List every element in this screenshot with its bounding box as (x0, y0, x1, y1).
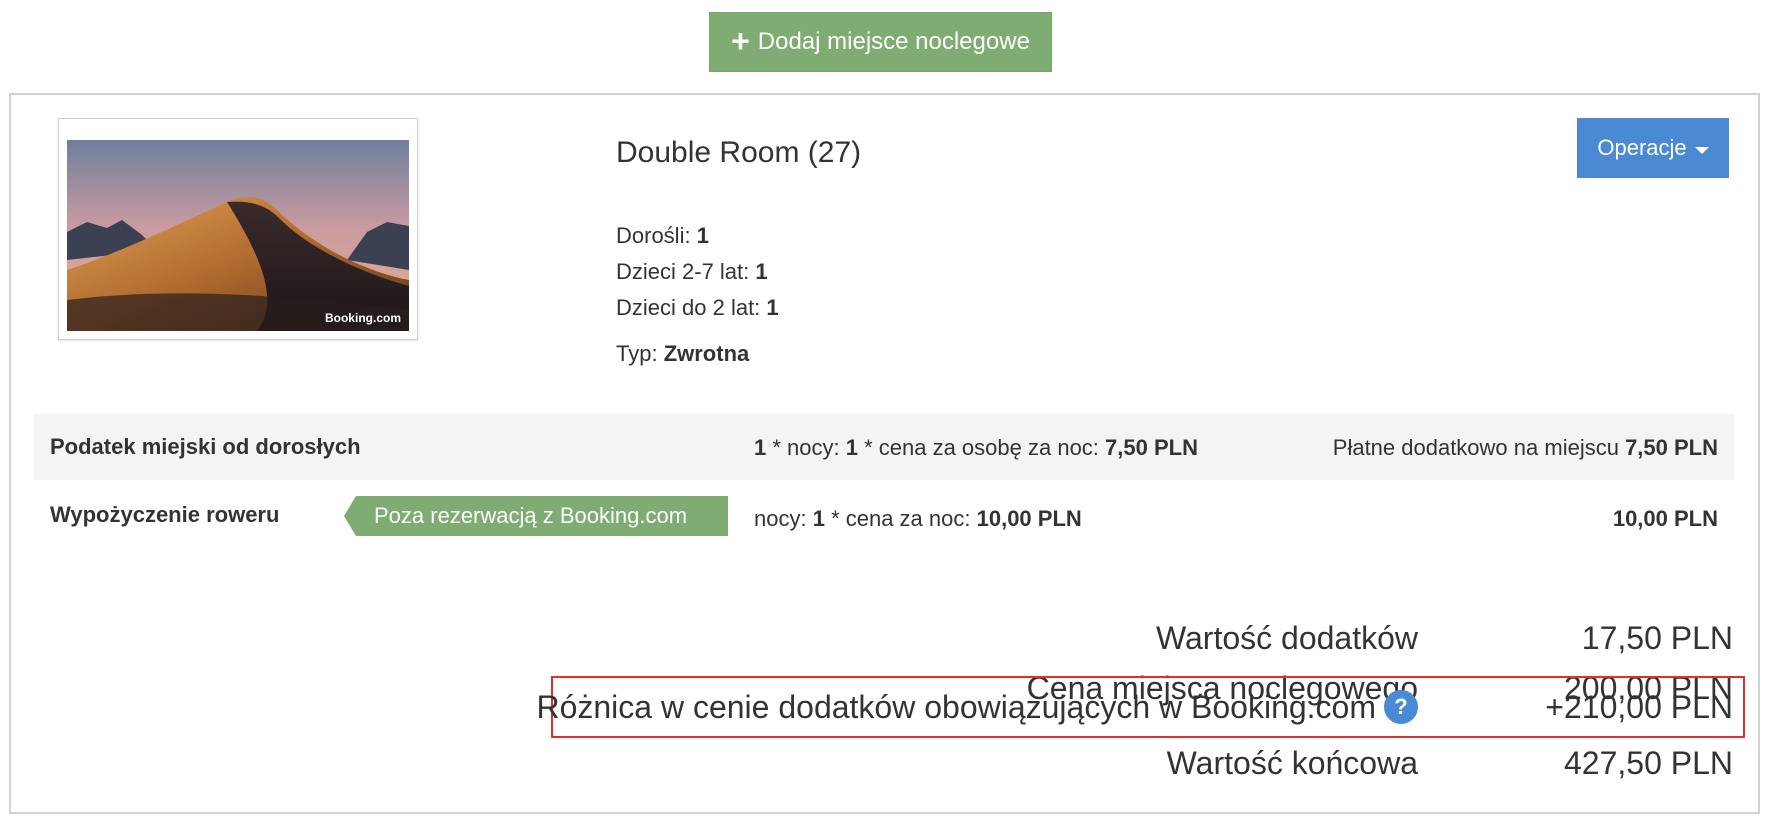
extra-total: 10,00 PLN (1612, 506, 1718, 531)
caret-down-icon (1694, 146, 1709, 154)
outside-booking-tag: Poza rezerwacją z Booking.com (344, 496, 728, 536)
summary-extras-label: Wartość dodatków (1155, 620, 1418, 656)
extra-calculation: 1 * nocy: 1 * cena za osobę za noc: 7,50… (754, 435, 1198, 460)
extra-name: Wypożyczenie roweru (50, 502, 280, 527)
extra-name: Podatek miejski od dorosłych (50, 434, 361, 459)
add-accommodation-label: Dodaj miejsce noclegowe (757, 28, 1030, 55)
room-title: Double Room (27) (616, 136, 862, 169)
summary-final-value: 427,50 PLN (1563, 745, 1733, 781)
adults-count: Dorośli: 1 (616, 223, 709, 248)
booking-watermark: Booking.com (324, 311, 401, 325)
summary-final-label: Wartość końcowa (1166, 745, 1418, 781)
desert-dune-image (67, 140, 409, 331)
operations-label: Operacje (1597, 135, 1687, 160)
add-accommodation-button[interactable]: + Dodaj miejsce noclegowe (709, 12, 1052, 72)
summary-difference-value: +210,00 PLN (1545, 689, 1733, 725)
summary-difference-label: Różnica w cenie dodatków obowiązujących … (536, 689, 1418, 727)
extra-payment-note: Płatne dodatkowo na miejscu 7,50 PLN (1332, 435, 1718, 460)
help-icon[interactable]: ? (1384, 689, 1418, 724)
extra-row-bike-rental: Wypożyczenie roweru Poza rezerwacją z Bo… (34, 482, 1734, 548)
extra-row-city-tax: Podatek miejski od dorosłych 1 * nocy: 1… (34, 414, 1734, 480)
plus-icon: + (731, 22, 750, 59)
children-under-2-count: Dzieci do 2 lat: 1 (616, 295, 779, 320)
rate-type: Typ: Zwrotna (616, 341, 750, 366)
extra-calculation: nocy: 1 * cena za noc: 10,00 PLN (754, 506, 1082, 531)
summary-extras-value: 17,50 PLN (1581, 620, 1733, 656)
room-photo[interactable]: Booking.com (58, 118, 418, 340)
operations-dropdown-button[interactable]: Operacje (1577, 118, 1729, 178)
children-2-7-count: Dzieci 2-7 lat: 1 (616, 259, 768, 284)
